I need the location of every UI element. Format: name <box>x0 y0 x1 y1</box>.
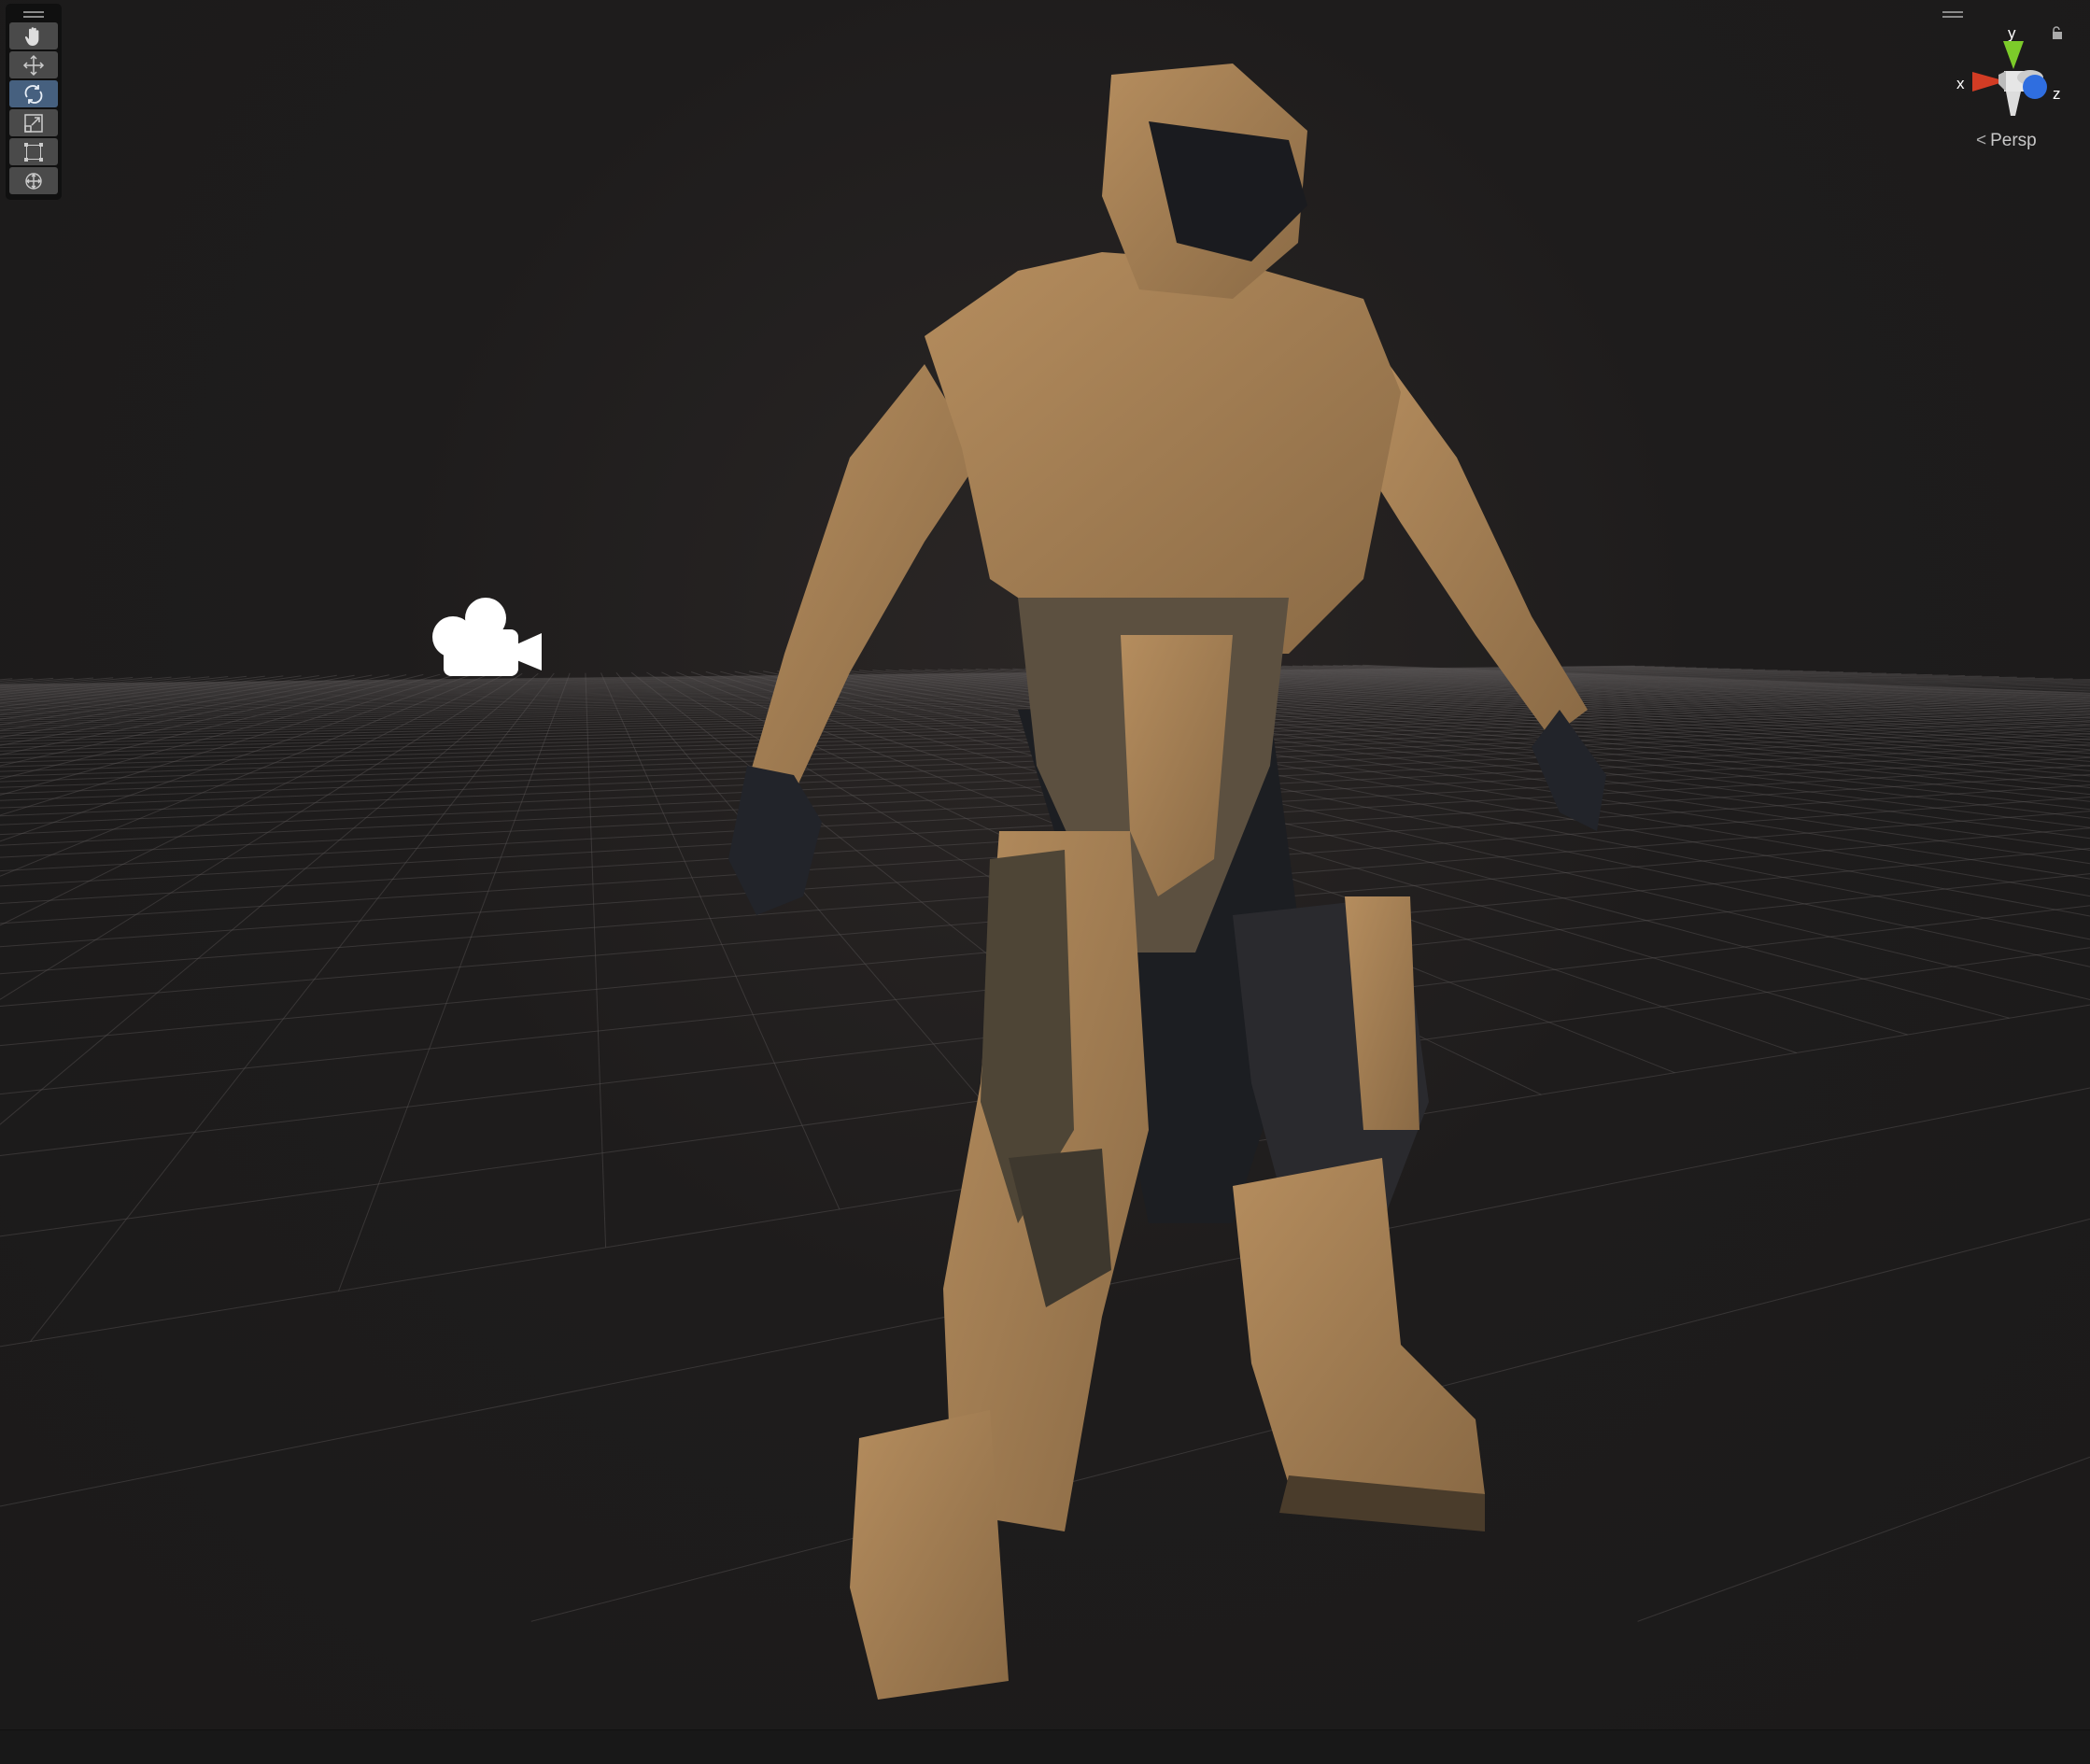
gizmo-z-label: z <box>2053 85 2061 103</box>
neg-y-axis-cone[interactable] <box>2006 92 2021 116</box>
tools-overlay <box>6 4 62 200</box>
grid-line <box>338 672 571 1291</box>
transform-tool-button[interactable] <box>9 167 58 194</box>
grid-line <box>1637 1456 2090 1622</box>
hand-tool-button[interactable] <box>9 22 58 49</box>
scale-icon <box>24 113 43 133</box>
gizmo-x-label: x <box>1956 75 1965 92</box>
scale-tool-button[interactable] <box>9 109 58 136</box>
hand-icon <box>24 26 39 46</box>
toolbar-drag-handle[interactable] <box>6 7 62 21</box>
y-axis-cone[interactable] <box>2003 41 2024 69</box>
projection-label: Persp <box>1990 131 2037 150</box>
perspective-chevron-icon: < <box>1976 131 1987 150</box>
rotate-tool-button[interactable] <box>9 80 58 107</box>
move-tool-button[interactable] <box>9 51 58 78</box>
transform-icon <box>25 172 42 190</box>
viewport-bottom-bar <box>0 1729 2090 1764</box>
gizmo-y-label: y <box>2008 24 2016 42</box>
grid-line <box>30 672 555 1342</box>
rect-tool-button[interactable] <box>9 138 58 165</box>
camera-gizmo-icon[interactable] <box>425 594 542 680</box>
grid-line <box>585 672 607 1248</box>
projection-toggle[interactable]: < Persp <box>1976 131 2037 151</box>
grid-line <box>0 678 13 681</box>
grid-line <box>0 672 539 1125</box>
move-icon <box>22 54 45 76</box>
armored-character-model[interactable] <box>710 56 1644 1700</box>
rect-transform-icon <box>24 142 43 162</box>
rotate-icon <box>24 84 43 104</box>
z-axis-cone[interactable] <box>2023 75 2047 99</box>
scene-viewport[interactable] <box>0 0 2090 1729</box>
